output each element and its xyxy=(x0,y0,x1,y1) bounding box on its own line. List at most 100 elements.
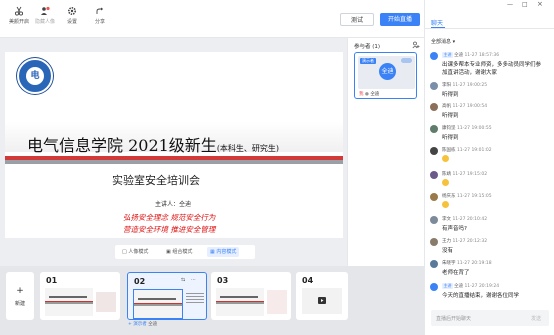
slide-slogan-2: 营造安全环境 推进安全管理 xyxy=(123,225,216,234)
settings-tool-label: 设置 xyxy=(66,19,77,25)
presenter-tag: + 演示者 仝迪 xyxy=(128,322,158,327)
participant-video: 演示者 全迪 xyxy=(358,56,415,89)
message-meta: 主讲 仝迪 11-27 20:19:24 xyxy=(442,283,499,289)
beauty-tool-label: 美颜开启 xyxy=(8,19,29,25)
send-button[interactable]: 发送 xyxy=(531,315,541,322)
message-time: 11-27 20:19:18 xyxy=(456,261,492,266)
slide-mini xyxy=(302,288,342,314)
sender-name: 陈靖 xyxy=(442,172,451,177)
gear-icon xyxy=(67,6,77,16)
window-controls: — □ × xyxy=(425,0,554,10)
minimize-icon[interactable]: — xyxy=(507,1,513,8)
hide-person-icon xyxy=(41,6,50,15)
message-time: 11-27 19:15:02 xyxy=(452,172,488,177)
message-body: 没有 xyxy=(442,248,454,254)
avatar xyxy=(430,82,438,90)
participants-title: 参与者 (1) xyxy=(354,44,381,50)
message-body xyxy=(442,155,449,164)
slide-number: 01 xyxy=(46,276,58,285)
avatar xyxy=(430,193,438,201)
maximize-icon[interactable]: □ xyxy=(522,1,528,8)
lecturer-badge: 主讲 xyxy=(442,283,453,289)
participant-name: 我 ● 仝迪 xyxy=(359,92,380,97)
presenter-badge: 演示者 xyxy=(360,58,376,64)
video-icon xyxy=(318,297,326,304)
swap-icon[interactable]: ⇆ xyxy=(181,277,185,283)
slide-mini xyxy=(216,288,264,316)
plus-icon: + xyxy=(16,286,24,296)
share-tool[interactable]: 分享 xyxy=(85,6,115,25)
slide-thumb-04[interactable]: 04 xyxy=(296,272,348,320)
message-meta: 高帆 11-27 19:00:54 xyxy=(442,103,487,109)
top-toolbar: 美颜开启 隐藏人像 设置 分享 测试 开始直播 xyxy=(0,0,424,38)
hide-person-tool[interactable]: 隐藏人像 xyxy=(30,6,60,25)
slide-mini xyxy=(133,289,183,319)
message-meta: 李阳 11-27 19:00:25 xyxy=(442,82,487,88)
slide-mini-side xyxy=(96,292,116,312)
avatar xyxy=(430,52,438,60)
share-tool-label: 分享 xyxy=(94,19,105,25)
lecturer-badge: 主讲 xyxy=(442,52,453,58)
test-button[interactable]: 测试 xyxy=(340,13,374,26)
avatar xyxy=(430,125,438,133)
chevron-down-icon: ▾ xyxy=(452,39,456,45)
university-logo: 电 xyxy=(17,58,53,94)
more-icon[interactable]: ⋯ xyxy=(191,277,196,283)
sender-name: 杨庆东 xyxy=(442,194,456,199)
message-time: 11-27 20:12:32 xyxy=(452,239,488,244)
sender-name: 仝迪 xyxy=(454,284,463,289)
message-body xyxy=(442,201,449,210)
slide-number: 03 xyxy=(217,276,229,285)
layout-mode-bar: □ 人像模式 ▣ 组合模式 ▦ 内容模式 xyxy=(115,245,255,259)
new-slide-button[interactable]: + 新建 xyxy=(6,272,34,320)
message-body xyxy=(442,179,449,188)
emoji-icon xyxy=(442,201,449,208)
settings-tool[interactable]: 设置 xyxy=(57,6,87,25)
slide-notes-lines xyxy=(186,293,204,294)
emoji-icon xyxy=(442,179,449,186)
avatar xyxy=(430,238,438,246)
avatar xyxy=(430,171,438,179)
close-icon[interactable]: × xyxy=(537,0,543,8)
sender-name: 李文 xyxy=(442,217,451,222)
message-body: 老师在背了 xyxy=(442,270,470,276)
mode-portrait[interactable]: □ 人像模式 xyxy=(119,247,151,257)
avatar xyxy=(430,103,438,111)
slide-number: 04 xyxy=(302,276,314,285)
add-participant-icon[interactable] xyxy=(412,41,420,49)
sender-name: 李阳 xyxy=(442,83,451,88)
scissors-icon xyxy=(14,6,24,16)
message-meta: 陈靖 11-27 19:15:02 xyxy=(442,171,487,177)
message-meta: 主讲 仝迪 11-27 18:57:36 xyxy=(442,52,499,58)
slide-mini xyxy=(45,288,93,316)
slide-slogan-1: 弘扬安全理念 规范安全行为 xyxy=(123,213,216,222)
share-icon xyxy=(96,7,104,14)
message-filter[interactable]: 全部消息 ▾ xyxy=(431,38,455,45)
slide-thumb-02[interactable]: 02 ⇆ ⋯ xyxy=(127,272,207,320)
slide-mini-side xyxy=(267,290,287,314)
start-live-button[interactable]: 开始直播 xyxy=(380,13,420,26)
sender-name: 王力 xyxy=(442,239,451,244)
new-slide-label: 新建 xyxy=(14,301,25,307)
sender-name: 高帆 xyxy=(442,104,451,109)
avatar xyxy=(430,216,438,224)
message-body: 听得到 xyxy=(442,92,459,98)
message-body: 今天的直播结束，谢谢各位同学 xyxy=(442,293,520,299)
avatar xyxy=(430,147,438,155)
message-meta: 陈国栋 11-27 19:01:02 xyxy=(442,147,492,153)
camera-toggle[interactable] xyxy=(401,58,412,63)
slide-thumb-01[interactable]: 01 xyxy=(40,272,120,320)
avatar xyxy=(430,260,438,268)
participant-card[interactable]: 演示者 全迪 我 ● 仝迪 xyxy=(354,52,417,99)
slide-thumb-03[interactable]: 03 xyxy=(211,272,291,320)
mode-combined[interactable]: ▣ 组合模式 xyxy=(163,247,195,257)
slide-subtitle: 实验室安全培训会 xyxy=(112,174,200,187)
sender-name: 仝迪 xyxy=(454,53,463,58)
chat-tab[interactable]: 聊天 xyxy=(431,18,443,27)
message-time: 11-27 18:57:36 xyxy=(464,53,500,58)
message-time: 11-27 19:00:55 xyxy=(456,126,492,131)
avatar: 全迪 xyxy=(379,63,396,80)
chat-input[interactable]: 直播后开始聊天 发送 xyxy=(431,310,549,326)
slide-speaker: 主讲人：仝迪 xyxy=(155,201,192,208)
mode-content[interactable]: ▦ 内容模式 xyxy=(207,247,240,257)
